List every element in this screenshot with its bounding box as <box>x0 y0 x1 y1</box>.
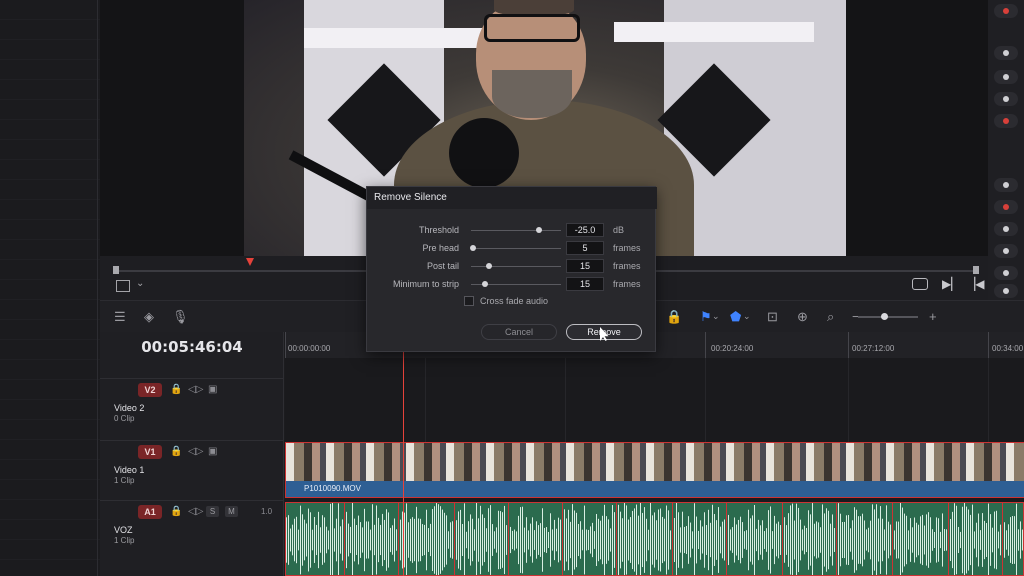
threshold-slider[interactable] <box>471 230 561 231</box>
chevron-down-icon[interactable]: ⌄ <box>743 310 751 323</box>
track-headers: 00:05:46:04 V2 🔒 ◁▷ ▣ Video 2 0 Clip V1 … <box>100 332 284 576</box>
minimum-to-strip-label: Minimum to strip <box>392 279 459 289</box>
track-name: VOZ <box>114 525 133 535</box>
out-point-marker[interactable] <box>973 266 979 274</box>
record-toggle[interactable] <box>994 4 1018 18</box>
pre-head-unit: frames <box>613 243 641 253</box>
layers-icon[interactable]: ◈ <box>144 310 154 323</box>
previous-frame-icon[interactable]: ▕◀ <box>966 277 984 291</box>
mute-button[interactable]: M <box>225 506 238 517</box>
lock-icon[interactable]: 🔒 <box>170 384 182 395</box>
post-tail-slider[interactable] <box>471 266 561 267</box>
remove-silence-dialog: Remove Silence Threshold -25.0 dB Pre he… <box>366 186 657 352</box>
post-tail-unit: frames <box>613 261 641 271</box>
minimum-to-strip-slider-knob[interactable] <box>481 281 488 287</box>
right-control-strip <box>988 0 1024 300</box>
auto-select-icon[interactable]: ◁▷ <box>188 506 203 517</box>
audio-channel-label: 1.0 <box>261 507 273 516</box>
track-badge[interactable]: V1 <box>138 445 162 459</box>
marker-icon[interactable]: ⬟ <box>730 310 741 323</box>
ruler-label: 00:20:24:00 <box>711 344 754 353</box>
zoom-slider-knob[interactable] <box>881 313 888 320</box>
timecode-display: 00:05:46:04 <box>141 338 243 356</box>
dialog-title: Remove Silence <box>367 187 657 209</box>
track-clip-count: 1 Clip <box>114 476 135 485</box>
video-clip[interactable]: 🔗 P1010090.MOV <box>285 442 1024 498</box>
cross-fade-checkbox[interactable] <box>464 296 474 306</box>
audio-waveform <box>286 503 1023 575</box>
flag-icon[interactable]: ⚑ <box>700 310 712 323</box>
pre-head-slider-knob[interactable] <box>469 245 476 251</box>
pre-head-slider[interactable] <box>471 248 561 249</box>
toggle-button[interactable] <box>994 222 1018 236</box>
toggle-button[interactable] <box>994 244 1018 258</box>
loop-icon[interactable] <box>912 278 928 290</box>
timeline-playhead[interactable] <box>403 352 404 576</box>
threshold-label: Threshold <box>418 225 459 235</box>
toggle-button[interactable] <box>994 46 1018 60</box>
post-tail-input[interactable]: 15 <box>566 259 604 273</box>
toggle-button[interactable] <box>994 284 1018 298</box>
auto-select-icon[interactable]: ◁▷ <box>188 384 203 395</box>
ruler-label: 00:34:00 <box>992 344 1024 353</box>
zoom-full-icon[interactable]: ⊡ <box>767 310 778 323</box>
timeline-area[interactable]: 00:00:00:00 00:20:24:00 00:27:12:00 00:3… <box>285 332 1024 576</box>
zoom-custom-icon[interactable]: ⌕ <box>827 310 834 323</box>
ruler-label: 00:27:12:00 <box>852 344 895 353</box>
zoom-in-icon[interactable]: + <box>929 310 937 323</box>
pre-head-input[interactable]: 5 <box>566 241 604 255</box>
ruler-label: 00:00:00:00 <box>288 344 331 353</box>
track-enable-icon[interactable]: ▣ <box>208 446 217 457</box>
cross-fade-label: Cross fade audio <box>480 296 549 306</box>
zoom-slider[interactable] <box>858 316 918 318</box>
voiceover-icon[interactable]: 🎙 <box>172 310 189 323</box>
zoom-detail-icon[interactable]: ⊕ <box>797 310 808 323</box>
track-header-v2[interactable]: V2 🔒 ◁▷ ▣ Video 2 0 Clip <box>100 378 284 440</box>
clip-name: P1010090.MOV <box>286 481 1024 497</box>
lock-icon[interactable]: 🔒 <box>666 310 682 323</box>
toggle-button[interactable] <box>994 70 1018 84</box>
minimum-to-strip-unit: frames <box>613 279 641 289</box>
transform-icon[interactable] <box>116 280 130 292</box>
track-header-a1[interactable]: A1 🔒 ◁▷ S M 1.0 VOZ 1 Clip <box>100 500 284 576</box>
post-tail-label: Post tail <box>426 261 459 271</box>
cancel-button[interactable]: Cancel <box>481 324 557 340</box>
in-point-marker[interactable] <box>113 266 119 274</box>
lock-icon[interactable]: 🔒 <box>170 446 182 457</box>
next-frame-icon[interactable]: ▶▏ <box>942 277 960 291</box>
record-toggle[interactable] <box>994 200 1018 214</box>
toggle-button[interactable] <box>994 266 1018 280</box>
track-clip-count: 0 Clip <box>114 414 135 423</box>
left-panel <box>0 0 100 576</box>
track-name: Video 1 <box>114 465 145 475</box>
threshold-slider-knob[interactable] <box>535 227 542 233</box>
track-clip-count: 1 Clip <box>114 536 135 545</box>
minimum-to-strip-input[interactable]: 15 <box>566 277 604 291</box>
chevron-down-icon[interactable]: ⌄ <box>136 278 144 289</box>
scrub-playhead-icon[interactable] <box>246 258 254 266</box>
track-badge[interactable]: V2 <box>138 383 162 397</box>
track-badge[interactable]: A1 <box>138 505 162 519</box>
chevron-down-icon[interactable]: ⌄ <box>712 310 720 323</box>
track-enable-icon[interactable]: ▣ <box>208 384 217 395</box>
track-name: Video 2 <box>114 403 145 413</box>
audio-clip[interactable] <box>285 502 1024 576</box>
lock-icon[interactable]: 🔒 <box>170 506 182 517</box>
clip-thumbnails <box>286 443 1024 481</box>
post-tail-slider-knob[interactable] <box>486 263 492 269</box>
solo-button[interactable]: S <box>206 506 219 517</box>
record-toggle[interactable] <box>994 114 1018 128</box>
pre-head-label: Pre head <box>422 243 459 253</box>
toggle-button[interactable] <box>994 92 1018 106</box>
threshold-input[interactable]: -25.0 <box>566 223 604 237</box>
threshold-unit: dB <box>613 225 625 235</box>
auto-select-icon[interactable]: ◁▷ <box>188 446 203 457</box>
toggle-button[interactable] <box>994 178 1018 192</box>
edit-mode-icon[interactable]: ☰ <box>114 310 126 323</box>
track-header-v1[interactable]: V1 🔒 ◁▷ ▣ Video 1 1 Clip <box>100 440 284 500</box>
